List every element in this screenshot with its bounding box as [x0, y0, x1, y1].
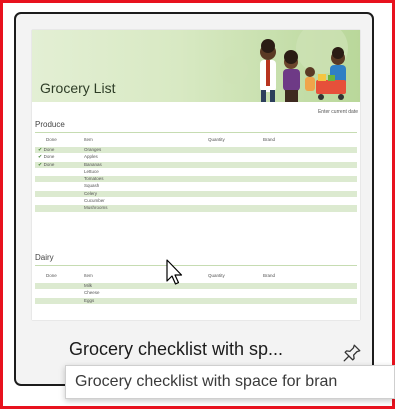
- produce-item-cell: Lettuce: [84, 168, 99, 174]
- dairy-row: Cheese: [35, 290, 357, 298]
- current-date-field: Enter current date: [317, 109, 358, 115]
- produce-row: Tomatoes: [35, 176, 357, 184]
- produce-item-cell: Squash: [84, 183, 100, 189]
- produce-done-label: Done: [43, 154, 55, 160]
- produce-row: ✔ Done Apples: [35, 154, 357, 162]
- produce-done-cell: ✔ Done: [38, 154, 54, 160]
- produce-done-cell: ✔ Done: [38, 147, 54, 153]
- dairy-item-cell: Milk: [84, 283, 92, 288]
- produce-heading: Produce: [35, 120, 65, 129]
- produce-col-item: Item: [84, 137, 93, 142]
- template-tooltip: Grocery checklist with space for bran: [65, 365, 395, 399]
- dairy-rows: Milk Cheese Eggs: [35, 283, 357, 305]
- produce-row: Mushrooms: [35, 205, 357, 213]
- dairy-divider: [35, 265, 357, 266]
- mouse-pointer-icon: [166, 259, 183, 285]
- produce-row: Lettuce: [35, 168, 357, 177]
- template-card[interactable]: Grocery List Enter current date Produce …: [14, 12, 374, 386]
- template-title[interactable]: Grocery checklist with sp...: [69, 339, 283, 360]
- grocery-list-title: Grocery List: [40, 80, 116, 96]
- produce-item-cell: Cucumber: [84, 198, 105, 204]
- produce-item-cell: Apples: [84, 154, 98, 160]
- produce-item-cell: Bananas: [84, 161, 102, 167]
- dairy-col-item: Item: [84, 273, 93, 278]
- produce-rows: ✔ Done Oranges ✔ Done Apples ✔ Done Bananas Le…: [35, 147, 357, 213]
- dairy-heading: Dairy: [35, 253, 54, 262]
- dairy-row: Milk: [35, 283, 357, 291]
- produce-row: Cucumber: [35, 198, 357, 206]
- produce-col-brand: Brand: [263, 137, 276, 142]
- produce-done-label: Done: [43, 161, 55, 167]
- dairy-col-done: Done: [46, 273, 57, 278]
- produce-done-label: Done: [43, 147, 55, 152]
- grocery-banner: Grocery List: [32, 30, 360, 102]
- produce-done-cell: ✔ Done: [38, 162, 54, 168]
- produce-item-cell: Oranges: [84, 147, 102, 152]
- shoppers-illustration-icon: [220, 30, 348, 102]
- template-preview-thumbnail[interactable]: Grocery List Enter current date Produce …: [32, 30, 360, 320]
- tooltip-text: Grocery checklist with space for bran: [75, 373, 338, 390]
- produce-col-quantity: Quantity: [208, 137, 225, 142]
- produce-item-cell: Mushrooms: [84, 205, 108, 211]
- dairy-item-cell: Cheese: [84, 290, 100, 296]
- produce-row: ✔ Done Oranges: [35, 147, 357, 155]
- dairy-row: Eggs: [35, 297, 357, 305]
- produce-row: Squash: [35, 183, 357, 191]
- produce-col-done: Done: [46, 137, 57, 142]
- dairy-item-cell: Eggs: [84, 297, 95, 303]
- produce-divider: [35, 132, 357, 133]
- produce-item-cell: Celery: [84, 190, 98, 196]
- produce-row: ✔ Done Bananas: [35, 161, 357, 169]
- dairy-col-quantity: Quantity: [208, 273, 225, 278]
- produce-item-cell: Tomatoes: [84, 176, 104, 182]
- dairy-col-brand: Brand: [263, 273, 276, 278]
- produce-row: Celery: [35, 190, 357, 199]
- pin-icon[interactable]: [341, 342, 363, 364]
